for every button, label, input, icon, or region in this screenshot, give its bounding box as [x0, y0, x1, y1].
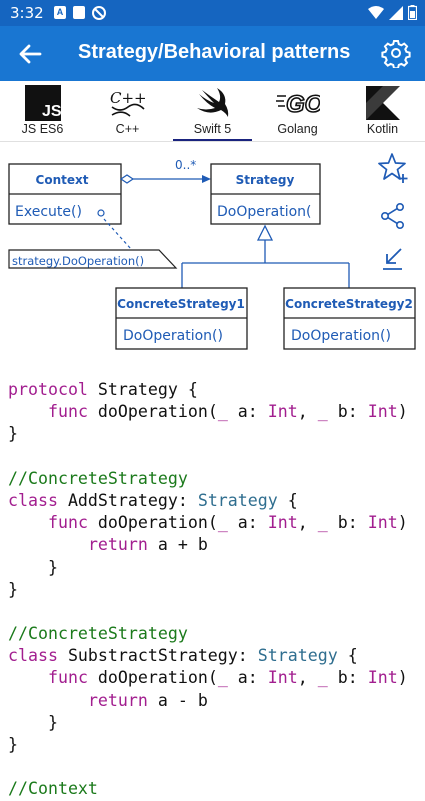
code-line: return a - b	[87, 690, 208, 710]
tab-swift-5[interactable]: Swift 5	[170, 81, 255, 141]
code-line: }	[8, 424, 18, 444]
no-disturb-icon	[92, 6, 106, 20]
battery-icon	[408, 5, 417, 20]
svg-text:JS: JS	[42, 103, 61, 120]
uml-diagram: Context Execute() 0..* Strategy DoOperat…	[8, 158, 416, 350]
notification-a-icon: A	[54, 6, 66, 19]
strategy-interface-box: Strategy DoOperation(	[210, 163, 321, 225]
gear-icon[interactable]	[381, 38, 411, 68]
cpp-logo-icon: C++	[106, 85, 150, 121]
concrete-strategy2-box: ConcreteStrategy2 DoOperation()	[283, 287, 416, 350]
swift-logo-icon	[191, 85, 235, 121]
tab-label: Golang	[277, 122, 318, 136]
code-line: func doOperation(_ a: Int, _ b: Int)	[47, 402, 408, 422]
code-line: class AddStrategy: Strategy {	[8, 490, 298, 510]
context-class-title: Context	[36, 173, 89, 187]
code-comment: //Context	[8, 779, 98, 799]
strategy-title: Strategy	[236, 173, 295, 187]
language-tabs: JS JS ES6 C++ C++ Swift 5 GO Golang Kotl…	[0, 81, 425, 142]
context-method: Execute()	[15, 204, 82, 220]
svg-text:GO: GO	[286, 91, 320, 118]
svg-text:C++: C++	[110, 89, 147, 107]
concrete2-title: ConcreteStrategy2	[285, 297, 413, 311]
share-icon[interactable]	[379, 202, 407, 230]
code-line: }	[8, 579, 18, 599]
multiplicity-label: 0..*	[175, 158, 196, 172]
signal-icon	[389, 5, 403, 20]
tab-golang[interactable]: GO Golang	[255, 81, 340, 141]
code-line: }	[8, 712, 58, 732]
system-icons	[368, 5, 417, 20]
status-time: 3:32	[10, 4, 44, 22]
code-line: protocol Strategy {	[8, 380, 198, 399]
concrete-strategy1-box: ConcreteStrategy1 DoOperation()	[115, 287, 248, 350]
sd-card-icon	[73, 6, 85, 19]
tab-label: C++	[115, 122, 140, 136]
tab-label: Swift 5	[193, 122, 232, 136]
tab-label: Kotlin	[366, 122, 399, 136]
code-line: }	[8, 735, 18, 754]
note-box: strategy.DoOperation()	[8, 249, 178, 269]
wifi-icon	[368, 5, 384, 19]
arrow-collapse-icon[interactable]	[380, 246, 406, 272]
code-line: func doOperation(_ a: Int, _ b: Int)	[47, 513, 408, 533]
tab-js-es6[interactable]: JS JS ES6	[0, 81, 85, 141]
arrow-back-icon[interactable]	[14, 38, 46, 70]
code-comment: //ConcreteStrategy	[8, 468, 188, 488]
context-class-box: Context Execute()	[8, 163, 122, 225]
code-line: return a + b	[87, 535, 208, 555]
concrete2-method: DoOperation()	[291, 328, 391, 344]
code-line: func doOperation(_ a: Int, _ b: Int)	[47, 668, 408, 688]
tab-cpp[interactable]: C++ C++	[85, 81, 170, 141]
concrete1-title: ConcreteStrategy1	[117, 297, 245, 311]
side-actions	[377, 152, 411, 272]
code-line: class SubstractStrategy: Strategy {	[8, 646, 358, 666]
tab-label: JS ES6	[21, 122, 64, 136]
javascript-logo-icon: JS	[21, 85, 65, 121]
tab-kotlin[interactable]: Kotlin	[340, 81, 425, 141]
concrete1-method: DoOperation()	[123, 328, 223, 344]
star-plus-icon[interactable]	[377, 152, 409, 184]
kotlin-logo-icon	[361, 85, 405, 121]
active-tab-indicator	[173, 139, 252, 141]
strategy-method: DoOperation(	[217, 204, 311, 220]
page-title: Strategy/Behavioral patterns	[78, 41, 351, 63]
status-bar: 3:32 A	[0, 0, 425, 26]
app-bar: Strategy/Behavioral patterns	[0, 26, 425, 81]
code-listing: protocol Strategy { func doOperation(_ a…	[8, 379, 408, 801]
golang-logo-icon: GO	[275, 85, 320, 121]
notification-icons: A	[54, 6, 106, 20]
code-comment: //ConcreteStrategy	[8, 624, 188, 644]
code-line: }	[8, 557, 58, 577]
note-text: strategy.DoOperation()	[12, 254, 144, 268]
